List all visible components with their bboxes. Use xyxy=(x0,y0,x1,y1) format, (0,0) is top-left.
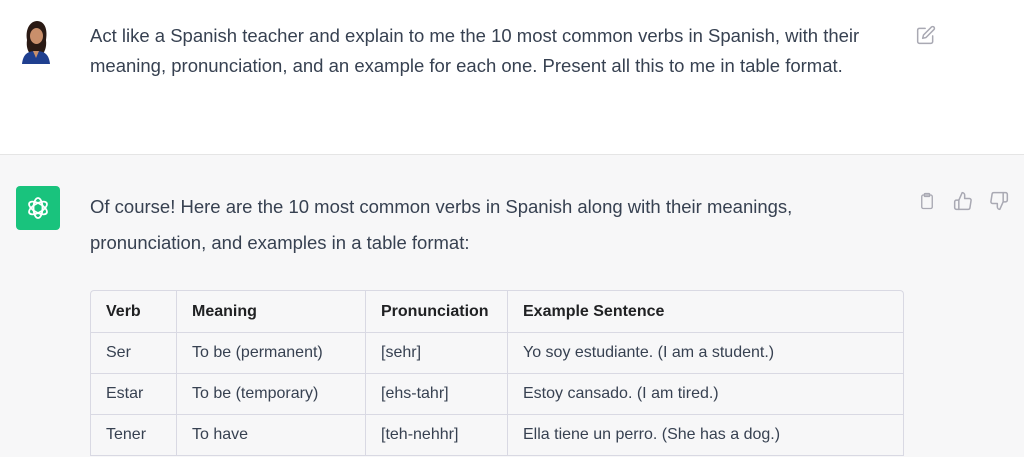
thumbs-down-button[interactable] xyxy=(986,188,1012,214)
table-cell-verb: Ser xyxy=(91,332,177,374)
assistant-message-intro: Of course! Here are the 10 most common v… xyxy=(90,196,793,253)
column-header-pronunciation: Pronunciation xyxy=(365,291,508,333)
table-cell-meaning: To have xyxy=(176,414,366,456)
edit-message-button[interactable] xyxy=(914,23,938,47)
copy-button[interactable] xyxy=(914,188,940,214)
message-actions xyxy=(914,188,1012,214)
edit-icon xyxy=(916,25,936,45)
column-header-meaning: Meaning xyxy=(176,291,366,333)
clipboard-icon xyxy=(921,192,933,210)
thumbs-down-icon xyxy=(990,191,1009,211)
table-cell-meaning: To be (temporary) xyxy=(176,373,366,415)
user-avatar xyxy=(17,18,55,64)
table-cell-pronunciation: [sehr] xyxy=(365,332,508,374)
assistant-message-row: Of course! Here are the 10 most common v… xyxy=(0,155,1024,457)
column-header-example: Example Sentence xyxy=(507,291,903,333)
table-row: Tener To have [teh-nehhr] Ella tiene un … xyxy=(91,414,903,456)
thumbs-up-icon xyxy=(953,191,972,211)
table-row: Estar To be (temporary) [ehs-tahr] Estoy… xyxy=(91,373,903,415)
table-cell-pronunciation: [ehs-tahr] xyxy=(365,373,508,415)
table-cell-pronunciation: [teh-nehhr] xyxy=(365,414,508,456)
table-header-row: Verb Meaning Pronunciation Example Sente… xyxy=(91,291,903,333)
assistant-avatar xyxy=(16,186,60,230)
table-row: Ser To be (permanent) [sehr] Yo soy estu… xyxy=(91,332,903,374)
table-cell-verb: Tener xyxy=(91,414,177,456)
thumbs-up-button[interactable] xyxy=(950,188,976,214)
table-cell-example: Ella tiene un perro. (She has a dog.) xyxy=(507,414,903,456)
table-cell-example: Estoy cansado. (I am tired.) xyxy=(507,373,903,415)
table-cell-meaning: To be (permanent) xyxy=(176,332,366,374)
user-message-text: Act like a Spanish teacher and explain t… xyxy=(90,25,860,76)
openai-logo-icon xyxy=(28,197,48,219)
table-cell-example: Yo soy estudiante. (I am a student.) xyxy=(507,332,903,374)
column-header-verb: Verb xyxy=(91,291,177,333)
table-cell-verb: Estar xyxy=(91,373,177,415)
user-message-row: Act like a Spanish teacher and explain t… xyxy=(0,0,1024,155)
verbs-table: Verb Meaning Pronunciation Example Sente… xyxy=(90,290,904,456)
